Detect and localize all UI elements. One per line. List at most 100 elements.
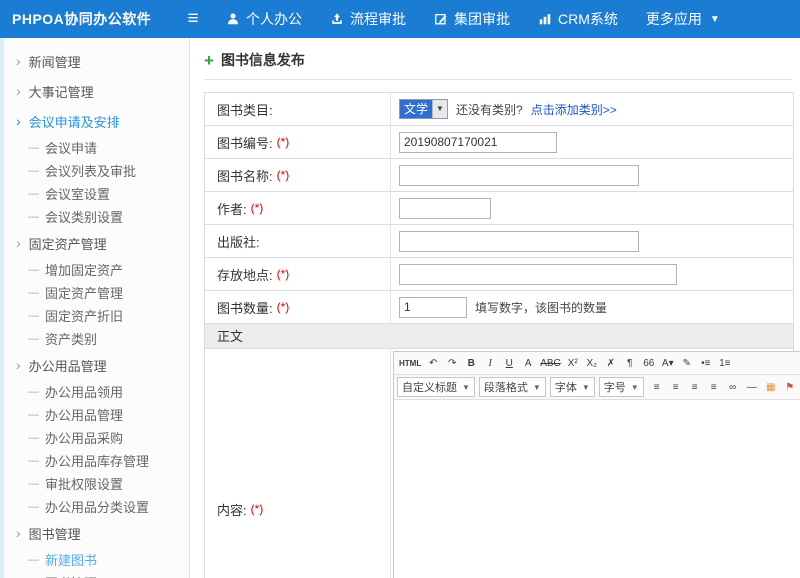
chevron-down-icon: ▼ <box>462 383 470 392</box>
author-input[interactable] <box>399 198 491 219</box>
sidebar-item[interactable]: — 办公用品管理 <box>4 403 189 426</box>
sidebar-section-header[interactable]: ›新闻管理 <box>4 46 189 76</box>
book-name-label: 图书名称: <box>217 166 273 185</box>
font-color-icon[interactable]: A <box>519 354 537 372</box>
location-input[interactable] <box>399 264 677 285</box>
required-mark: (*) <box>277 267 290 281</box>
format-eraser-icon[interactable]: ✗ <box>602 354 620 372</box>
book-name-input[interactable] <box>399 165 639 186</box>
sidebar-item-label: 办公用品管理 <box>45 405 123 424</box>
align-justify-icon[interactable]: ≡ <box>705 378 723 396</box>
superscript-icon[interactable]: X² <box>564 354 582 372</box>
sidebar-section-label: 会议申请及安排 <box>29 112 120 131</box>
sidebar-item[interactable]: —审批权限设置 <box>4 472 189 495</box>
chevron-down-icon: ▼ <box>710 14 720 25</box>
sidebar-section-label: 办公用品管理 <box>29 356 107 375</box>
italic-icon[interactable]: I <box>481 354 499 372</box>
dash-icon: — <box>28 409 39 421</box>
required-mark: (*) <box>277 135 290 149</box>
editor-content-area[interactable] <box>394 400 800 578</box>
sidebar-item[interactable]: — 会议室设置 <box>4 182 189 205</box>
sidebar-item-label: 图书管理 <box>45 573 97 578</box>
nav-label: 更多应用 <box>646 9 702 29</box>
sidebar-section-header[interactable]: ›办公用品管理 <box>4 350 189 380</box>
align-right-icon[interactable]: ≡ <box>686 378 704 396</box>
image-icon[interactable]: ▦ <box>762 378 780 396</box>
nav-group-approval[interactable]: 集团审批 <box>434 9 510 29</box>
sidebar-item[interactable]: —办公用品采购 <box>4 426 189 449</box>
body-section-header: 正文 <box>205 324 793 349</box>
text-background-color-icon[interactable]: A▾ <box>659 354 677 372</box>
bold-icon[interactable]: B <box>462 354 480 372</box>
sidebar-item[interactable]: — 会议申请 <box>4 136 189 159</box>
sidebar-item-label: 办公用品领用 <box>45 382 123 401</box>
book-number-input[interactable] <box>399 132 557 153</box>
sidebar-item-label: 会议室设置 <box>45 184 110 203</box>
page-body: ›新闻管理›大事记管理 › 会议申请及安排 — 会议申请 —会议列表及审批 — 会议室设置 —会… <box>0 38 800 578</box>
dash-icon: — <box>28 455 39 467</box>
redo-icon[interactable]: ↷ <box>443 354 461 372</box>
sidebar-item[interactable]: —会议列表及审批 <box>4 159 189 182</box>
sidebar-item[interactable]: —固定资产折旧 <box>4 304 189 327</box>
bullet-list-icon[interactable]: •≡ <box>697 354 715 372</box>
sidebar-section-header[interactable]: ›固定资产管理 <box>4 228 189 258</box>
sidebar-item[interactable]: —固定资产管理 <box>4 281 189 304</box>
sidebar-item-label: 办公用品库存管理 <box>45 451 149 470</box>
strikethrough-icon[interactable]: ABC <box>538 354 563 372</box>
undo-icon[interactable]: ↶ <box>424 354 442 372</box>
dash-icon: — <box>28 142 39 154</box>
dropdown-label: 段落格式 <box>484 379 528 395</box>
link-icon[interactable]: ∞ <box>724 378 742 396</box>
nav-more-apps[interactable]: 更多应用 ▼ <box>646 9 720 29</box>
form-row-quantity: 图书数量: (*) 填写数字，该图书的数量 <box>205 291 793 324</box>
hamburger-menu-icon[interactable]: ≡ <box>176 8 210 30</box>
add-category-link[interactable]: 点击添加类别>> <box>531 101 617 118</box>
font-size-dropdown[interactable]: 字号▼ <box>599 377 644 397</box>
nav-process-approval[interactable]: 流程审批 <box>330 9 406 29</box>
sidebar-item[interactable]: —图书管理 <box>4 571 189 578</box>
html-source-button[interactable]: HTML <box>397 354 423 372</box>
nav-label: 流程审批 <box>350 9 406 29</box>
map-icon[interactable]: ⚑ <box>781 378 799 396</box>
horizontal-rule-icon[interactable]: — <box>743 378 761 396</box>
blockquote-icon[interactable]: 66 <box>640 354 658 372</box>
paragraph-format-dropdown[interactable]: 段落格式 ▼ <box>479 377 546 397</box>
sidebar-item[interactable]: —会议类别设置 <box>4 205 189 228</box>
paragraph-icon[interactable]: ¶ <box>621 354 639 372</box>
editor-toolbar-row2: 自定义标题▼段落格式▼字体▼字号▼≡≡≡≡∞—▦⚑ <box>394 375 800 400</box>
sidebar-section-header[interactable]: › 会议申请及安排 <box>4 106 189 136</box>
sidebar-item[interactable]: —新建图书 <box>4 548 189 571</box>
form-row-book-name: 图书名称: (*) <box>205 159 793 192</box>
quantity-label: 图书数量: <box>217 298 273 317</box>
numbered-list-icon[interactable]: 1≡ <box>716 354 734 372</box>
form-row-author: 作者: (*) <box>205 192 793 225</box>
sidebar-item[interactable]: —资产类别 <box>4 327 189 350</box>
underline-icon[interactable]: U <box>500 354 518 372</box>
font-family-dropdown[interactable]: 字体▼ <box>550 377 595 397</box>
sidebar-item[interactable]: —办公用品领用 <box>4 380 189 403</box>
align-left-icon[interactable]: ≡ <box>648 378 666 396</box>
chevron-right-icon: › <box>16 114 21 128</box>
sidebar-item[interactable]: — 办公用品库存管理 <box>4 449 189 472</box>
author-label: 作者: <box>217 199 247 218</box>
sidebar-section-header[interactable]: ›大事记管理 <box>4 76 189 106</box>
quantity-input[interactable] <box>399 297 467 318</box>
sidebar-item-label: 会议申请 <box>45 138 97 157</box>
sidebar-item[interactable]: —办公用品分类设置 <box>4 495 189 518</box>
quantity-hint: 填写数字，该图书的数量 <box>475 299 607 316</box>
sidebar-item[interactable]: —增加固定资产 <box>4 258 189 281</box>
chevron-right-icon: › <box>16 236 21 250</box>
subscript-icon[interactable]: X₂ <box>583 354 601 372</box>
align-center-icon[interactable]: ≡ <box>667 378 685 396</box>
sidebar-section-header[interactable]: ›图书管理 <box>4 518 189 548</box>
publisher-input[interactable] <box>399 231 639 252</box>
required-mark: (*) <box>277 168 290 182</box>
nav-crm-system[interactable]: CRM系统 <box>538 9 618 29</box>
custom-title-dropdown[interactable]: 自定义标题▼ <box>397 377 475 397</box>
dash-icon: — <box>28 188 39 200</box>
chevron-down-icon: ▼ <box>533 383 541 392</box>
form-row-book-number: 图书编号: (*) <box>205 126 793 159</box>
pen-icon[interactable]: ✎ <box>678 354 696 372</box>
category-select[interactable]: 文学 ▼ <box>399 99 448 119</box>
nav-personal-office[interactable]: 个人办公 <box>226 9 302 29</box>
